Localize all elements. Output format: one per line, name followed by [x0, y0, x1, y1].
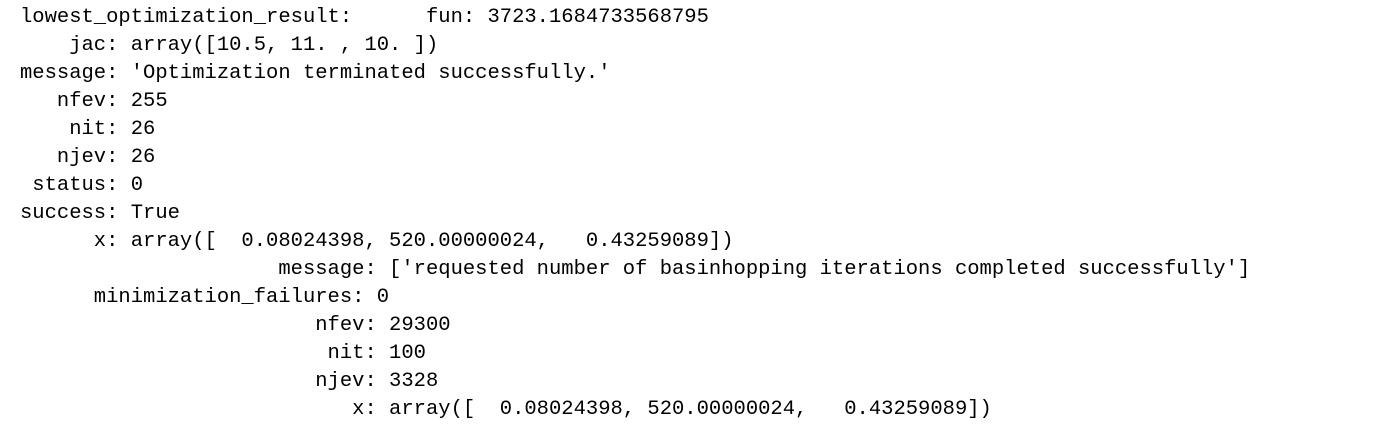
- output-line: x: array([ 0.08024398, 520.00000024, 0.4…: [20, 398, 992, 421]
- output-line: nit: 100: [20, 342, 426, 365]
- output-line: message: 'Optimization terminated succes…: [20, 62, 611, 85]
- output-line: lowest_optimization_result: fun: 3723.16…: [20, 6, 709, 29]
- output-line: njev: 3328: [20, 370, 439, 393]
- output-line: success: True: [20, 202, 180, 225]
- output-line: x: array([ 0.08024398, 520.00000024, 0.4…: [20, 230, 734, 253]
- output-line: message: ['requested number of basinhopp…: [20, 258, 1251, 281]
- output-line: nfev: 255: [20, 90, 168, 113]
- output-line: minimization_failures: 0: [20, 286, 390, 309]
- output-line: nfev: 29300: [20, 314, 451, 337]
- output-line: nit: 26: [20, 118, 156, 141]
- console-output: lowest_optimization_result: fun: 3723.16…: [0, 0, 1400, 424]
- output-line: jac: array([10.5, 11. , 10. ]): [20, 34, 439, 57]
- output-line: njev: 26: [20, 146, 156, 169]
- output-line: status: 0: [20, 174, 144, 197]
